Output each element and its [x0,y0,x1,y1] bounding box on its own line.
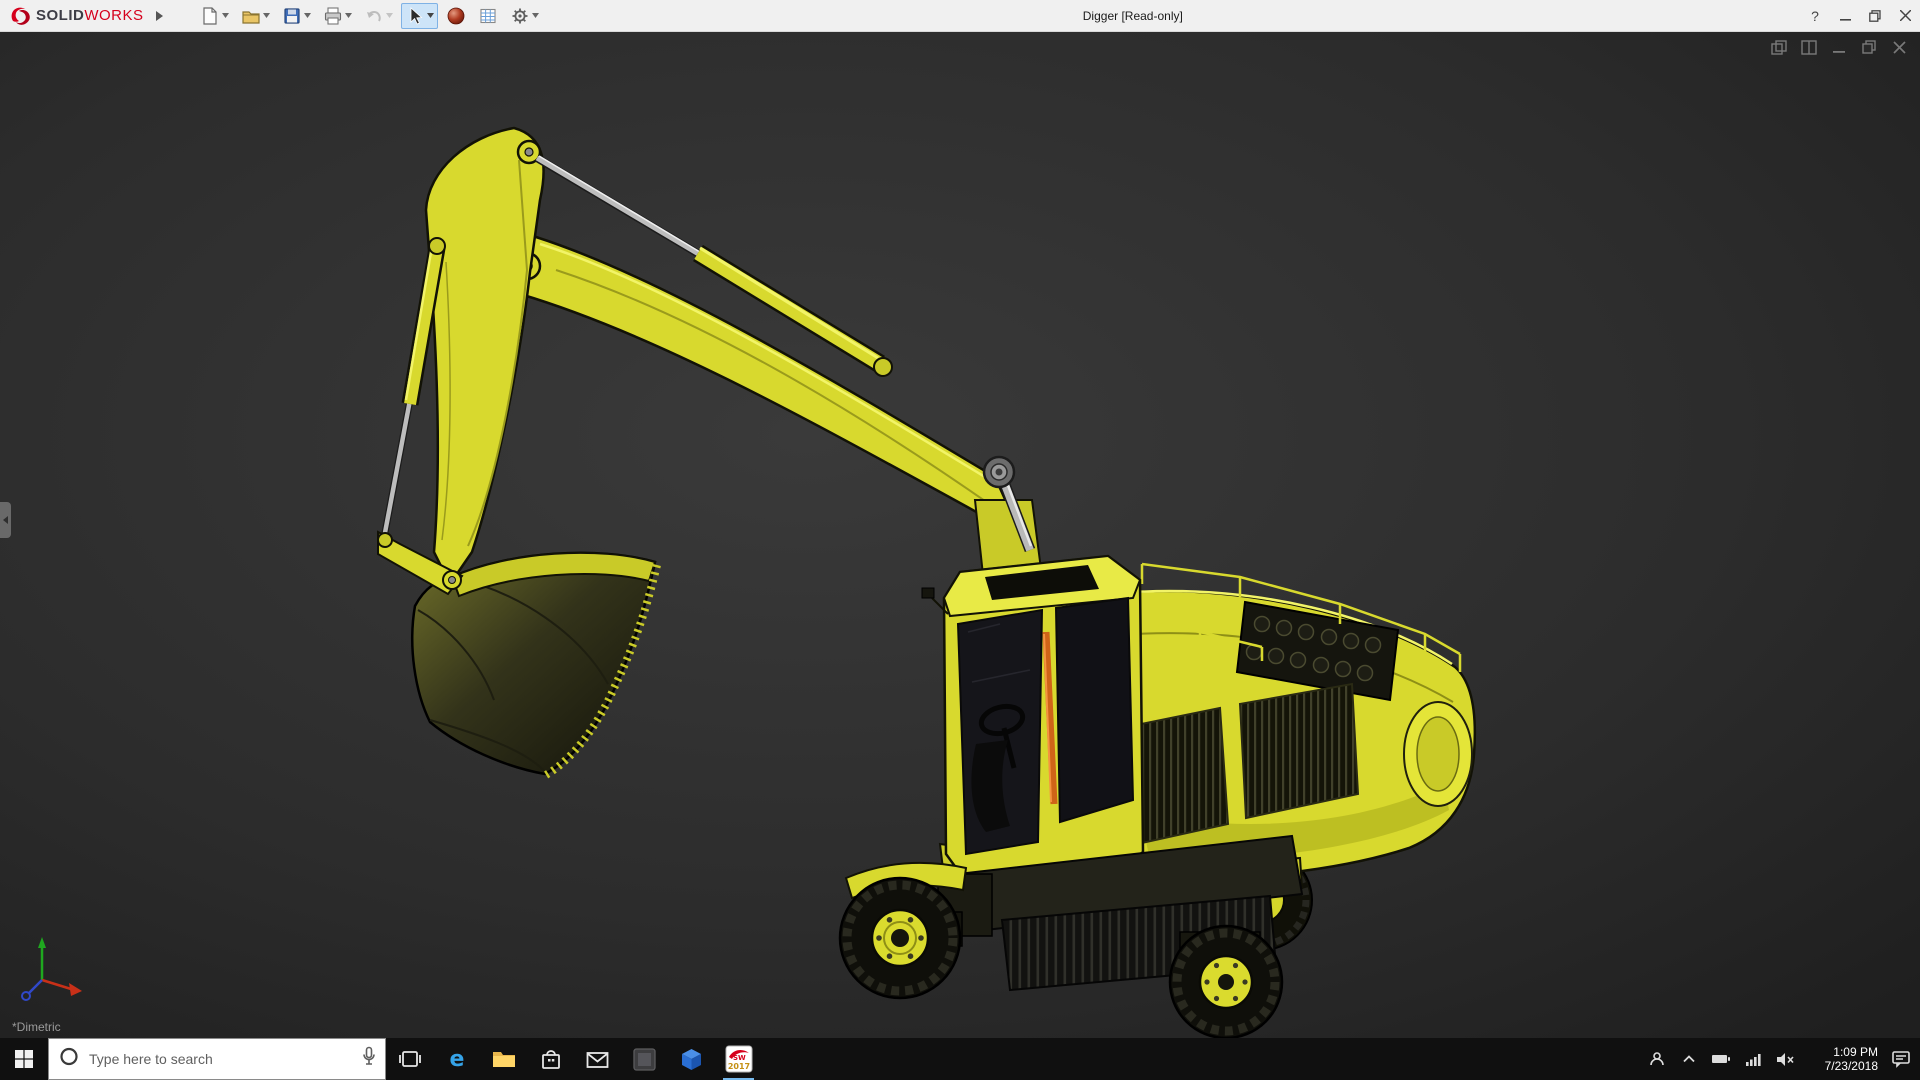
start-button[interactable] [0,1038,48,1080]
save-button[interactable] [278,3,315,29]
edge-browser-button[interactable]: e [433,1038,480,1080]
minimize-button[interactable] [1830,0,1860,31]
cortana-icon [59,1047,79,1072]
taskbar: e [0,1038,1920,1080]
mail-button[interactable] [574,1038,621,1080]
doc-restore-icon[interactable] [1858,38,1880,56]
doc-minimize-icon[interactable] [1828,38,1850,56]
restore-button[interactable] [1860,0,1890,31]
restore-icon [1869,9,1881,22]
taskbar-clock[interactable]: 1:09 PM 7/23/2018 [1802,1038,1884,1080]
edge-icon: e [449,1047,464,1072]
dropdown-chevron-icon[interactable] [344,13,352,18]
cad-viewer-button[interactable] [668,1038,715,1080]
action-center-icon [1892,1051,1910,1068]
dropdown-chevron-icon[interactable] [221,13,229,18]
titlebar: SOLIDWORKS Digger [Read-only] ? [0,0,1920,32]
front-left-wheel[interactable] [838,876,962,1000]
ds-logo-icon [11,7,30,25]
dropdown-chevron-icon[interactable] [303,13,311,18]
file-explorer-button[interactable] [480,1038,527,1080]
solidworks-2017-icon: SW 2017 [725,1045,752,1073]
tray-overflow-chevron-icon[interactable] [1674,1038,1704,1080]
help-button[interactable]: ? [1800,0,1830,31]
window-title: Digger [Read-only] [1082,8,1183,23]
graphics-area[interactable]: *Dimetric [0,32,1920,1038]
svg-text:SW: SW [733,1054,746,1062]
doc-close-icon[interactable] [1888,38,1910,56]
new-document-button[interactable] [196,3,233,29]
dark-app-tile-icon [633,1047,656,1071]
dropdown-chevron-icon[interactable] [426,13,434,18]
microphone-icon[interactable] [362,1046,376,1072]
svg-text:2017: 2017 [727,1062,749,1071]
task-view-icon [398,1051,421,1067]
dropdown-chevron-icon[interactable] [262,13,270,18]
blue-cube-icon [682,1048,701,1070]
action-center-button[interactable] [1886,1038,1916,1080]
logo-text-works: WORKS [84,7,144,24]
clock-date: 7/23/2018 [1824,1059,1878,1073]
new-document-icon [202,6,217,25]
toolbar-flyout-arrow-icon[interactable] [152,3,168,29]
close-icon [1899,10,1911,21]
app-tile-button[interactable] [621,1038,668,1080]
taskbar-search [48,1038,386,1080]
cab[interactable] [921,554,1145,878]
dropdown-chevron-icon[interactable] [531,13,539,18]
render-sphere-icon [447,7,464,24]
folder-icon [492,1052,515,1067]
task-view-button[interactable] [386,1038,433,1080]
undo-button[interactable] [360,3,397,29]
network-icon[interactable] [1738,1038,1768,1080]
document-window-controls [1768,38,1910,56]
clock-time: 1:09 PM [1833,1045,1878,1059]
minimize-icon [1839,19,1851,21]
solidworks-logo: SOLIDWORKS [0,6,152,26]
svg-text:e: e [449,1047,464,1072]
side-grille [1238,682,1360,820]
save-floppy-icon [283,7,300,24]
logo-text-solid: SOLID [36,7,85,24]
store-bag-icon [541,1050,560,1069]
solidworks-app-button[interactable]: SW 2017 [715,1038,762,1080]
standard-toolbar [196,2,543,29]
3d-model-scene[interactable] [0,32,1920,1038]
new-window-icon[interactable] [1768,38,1790,56]
dropdown-chevron-icon[interactable] [385,13,393,18]
view-orientation-label: *Dimetric [12,1020,61,1034]
apply-scene-button[interactable] [442,3,470,29]
taskbar-empty-area [762,1038,1642,1080]
search-input[interactable] [49,1039,385,1079]
side-window [1054,596,1135,824]
people-icon[interactable] [1642,1038,1672,1080]
print-button[interactable] [319,3,356,29]
select-tool-button[interactable] [400,2,438,29]
mail-envelope-icon [586,1051,609,1068]
tile-windows-icon[interactable] [1798,38,1820,56]
open-folder-icon [241,10,260,24]
printer-icon [324,6,341,25]
volume-muted-icon[interactable] [1770,1038,1800,1080]
select-cursor-icon [410,6,422,25]
system-tray: 1:09 PM 7/23/2018 [1642,1038,1920,1080]
feature-manager-collapsed-tab[interactable] [0,502,11,538]
open-button[interactable] [237,3,274,29]
undo-arrow-icon [366,10,381,21]
design-table-button[interactable] [474,3,502,29]
store-button[interactable] [527,1038,574,1080]
table-grid-icon [479,8,496,23]
battery-icon[interactable] [1706,1038,1736,1080]
options-button[interactable] [506,3,543,29]
front-right-wheel[interactable] [1168,924,1284,1038]
gear-icon [512,8,528,23]
windows-start-icon [15,1050,33,1068]
close-button[interactable] [1890,0,1920,31]
